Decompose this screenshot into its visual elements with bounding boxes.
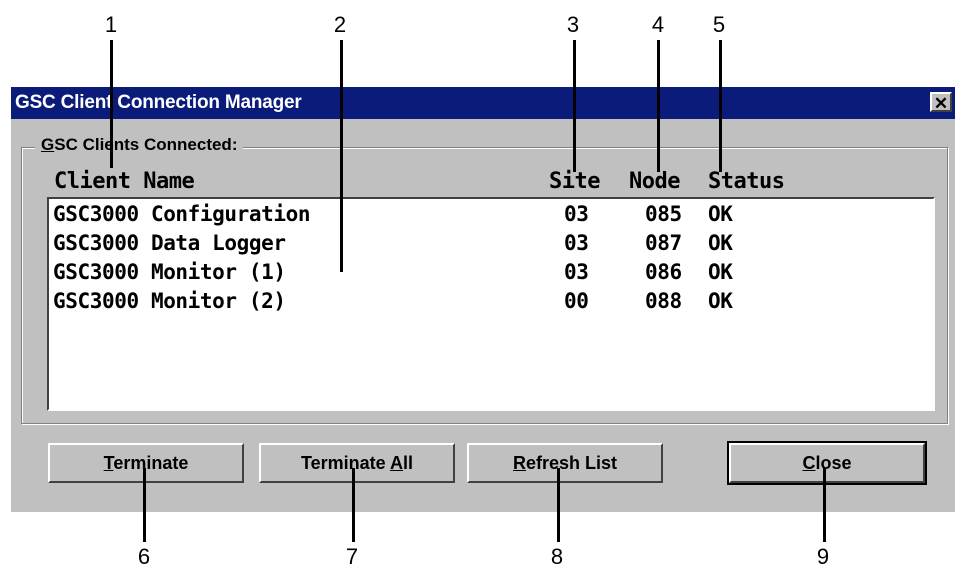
client-node: 087: [645, 231, 682, 255]
callout-line-9: [823, 468, 826, 542]
client-site: 03: [564, 260, 589, 284]
callout-4: 4: [651, 12, 665, 37]
client-node: 086: [645, 260, 682, 284]
column-header-site: Site: [549, 169, 600, 194]
column-header-status: Status: [708, 169, 785, 194]
clients-group-label: GSC Clients Connected:: [35, 135, 244, 155]
client-name: GSC3000 Data Logger: [53, 231, 286, 255]
client-row[interactable]: GSC3000 Monitor (2) 00 088 OK: [49, 289, 933, 318]
client-status: OK: [708, 202, 733, 226]
clients-listbox[interactable]: GSC3000 Configuration 03 085 OK GSC3000 …: [47, 197, 935, 411]
client-node: 088: [645, 289, 682, 313]
callout-line-1: [110, 40, 113, 168]
close-button[interactable]: Close: [727, 441, 927, 485]
client-status: OK: [708, 260, 733, 284]
client-name: GSC3000 Configuration: [53, 202, 311, 226]
callout-7: 7: [345, 544, 359, 569]
client-node: 085: [645, 202, 682, 226]
callout-5: 5: [712, 12, 726, 37]
callout-line-7: [352, 468, 355, 542]
callout-3: 3: [566, 12, 580, 37]
callout-line-5: [719, 40, 722, 172]
client-site: 03: [564, 231, 589, 255]
client-connection-manager-dialog: GSC Client Connection Manager ✕ GSC Clie…: [11, 87, 955, 512]
title-bar[interactable]: GSC Client Connection Manager ✕: [11, 87, 955, 119]
client-row[interactable]: GSC3000 Monitor (1) 03 086 OK: [49, 260, 933, 289]
column-header-client-name: Client Name: [54, 169, 195, 194]
callout-1: 1: [104, 12, 118, 37]
close-window-button[interactable]: ✕: [930, 92, 952, 113]
column-header-node: Node: [629, 169, 680, 194]
window-title: GSC Client Connection Manager: [15, 92, 302, 113]
client-name: GSC3000 Monitor (1): [53, 260, 286, 284]
client-site: 00: [564, 289, 589, 313]
callout-line-4: [657, 40, 660, 172]
callout-6: 6: [137, 544, 151, 569]
client-status: OK: [708, 231, 733, 255]
callout-2: 2: [333, 12, 347, 37]
callout-line-2: [340, 40, 343, 272]
client-row[interactable]: GSC3000 Data Logger 03 087 OK: [49, 231, 933, 260]
callout-line-8: [557, 468, 560, 542]
callout-9: 9: [816, 544, 830, 569]
terminate-all-button[interactable]: Terminate All: [259, 443, 455, 483]
callout-line-6: [143, 468, 146, 542]
refresh-list-button[interactable]: Refresh List: [467, 443, 663, 483]
client-row[interactable]: GSC3000 Configuration 03 085 OK: [49, 202, 933, 231]
client-status: OK: [708, 289, 733, 313]
terminate-button[interactable]: Terminate: [48, 443, 244, 483]
callout-line-3: [573, 40, 576, 172]
callout-8: 8: [550, 544, 564, 569]
client-site: 03: [564, 202, 589, 226]
close-icon: ✕: [933, 94, 949, 113]
client-name: GSC3000 Monitor (2): [53, 289, 286, 313]
